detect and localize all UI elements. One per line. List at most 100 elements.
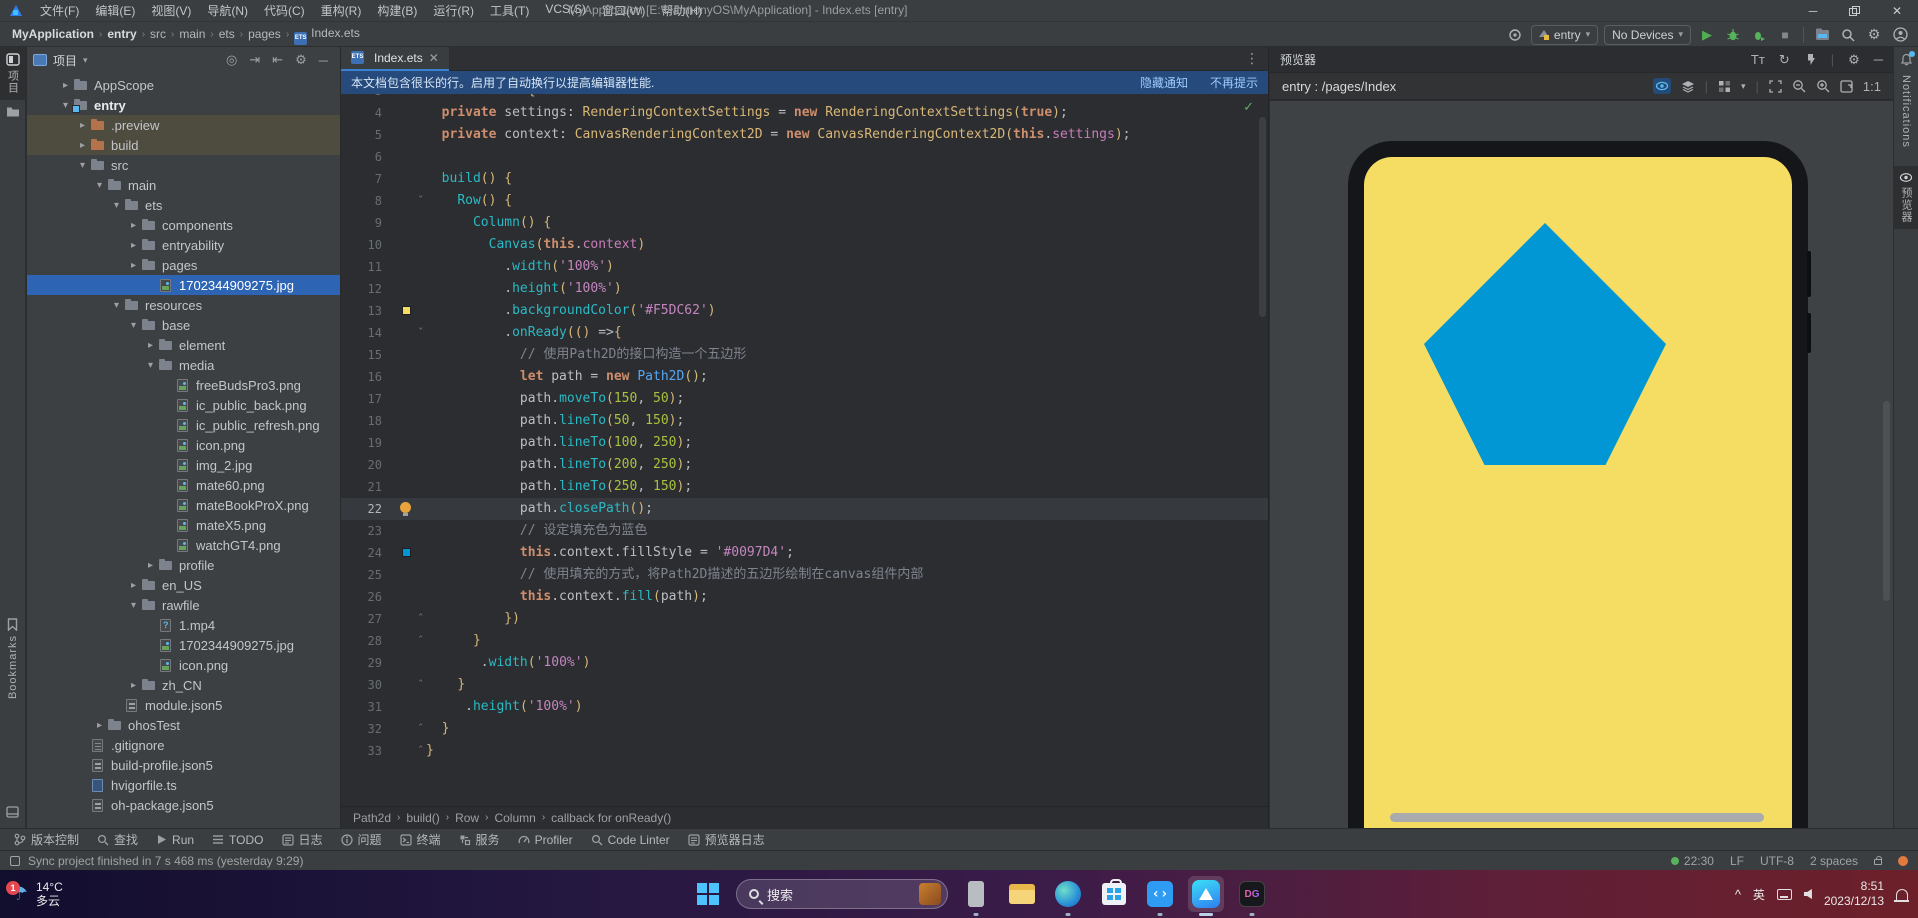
line-number[interactable]: 18 xyxy=(341,410,392,432)
tree-item[interactable]: img_2.jpg xyxy=(27,455,340,475)
weather-widget[interactable]: ☂ 1 14°C 多云 xyxy=(6,880,63,908)
device-manager-icon[interactable] xyxy=(1505,25,1525,45)
breadcrumb-item[interactable]: ETS Index.ets xyxy=(292,26,362,45)
tool-window-button-play[interactable]: Run xyxy=(148,831,202,849)
line-number[interactable]: 20 xyxy=(341,454,392,476)
tree-item[interactable]: mateBookProX.png xyxy=(27,495,340,515)
touch-keyboard-icon[interactable] xyxy=(1776,888,1792,900)
line-separator[interactable]: LF xyxy=(1730,854,1744,868)
tool-window-button-list[interactable]: TODO xyxy=(204,831,271,849)
line-number[interactable]: 27 xyxy=(341,608,392,630)
module-selector[interactable]: entry ▾ xyxy=(1530,24,1599,45)
code-line[interactable]: 9 Column() { xyxy=(341,212,1268,234)
close-button[interactable]: ✕ xyxy=(1876,0,1918,22)
line-number[interactable]: 12 xyxy=(341,278,392,300)
microsoft-store-app[interactable] xyxy=(1096,876,1132,912)
breadcrumb-item[interactable]: MyApplication xyxy=(10,27,96,41)
edge-browser-app[interactable] xyxy=(1050,876,1086,916)
project-tool-button[interactable]: 项目 xyxy=(0,47,25,100)
font-scale-icon[interactable]: Tт xyxy=(1751,52,1765,67)
tree-chevron-icon[interactable]: ▾ xyxy=(108,200,125,211)
line-number[interactable]: 26 xyxy=(341,586,392,608)
tree-item[interactable]: ic_public_refresh.png xyxy=(27,415,340,435)
menu-item[interactable]: 工具(T) xyxy=(482,0,537,21)
collapse-all-icon[interactable]: ⇥ xyxy=(243,52,266,68)
line-number[interactable]: 9 xyxy=(341,212,392,234)
line-number[interactable]: 5 xyxy=(341,124,392,146)
line-number[interactable]: 30 xyxy=(341,674,392,696)
tree-chevron-icon[interactable]: ▸ xyxy=(125,240,142,251)
tree-chevron-icon[interactable]: ▾ xyxy=(74,160,91,171)
zoom-in-icon[interactable] xyxy=(1816,79,1830,93)
layout-widget-icon[interactable] xyxy=(10,855,20,866)
hide-panel-icon[interactable]: ─ xyxy=(313,53,334,68)
previewer-tool-button[interactable]: 预览器 xyxy=(1894,165,1918,229)
tool-window-button-search[interactable]: 查找 xyxy=(89,829,146,850)
tree-item[interactable]: freeBudsPro3.png xyxy=(27,375,340,395)
tree-item[interactable]: ▸ entryability xyxy=(27,235,340,255)
dont-show-again-link[interactable]: 不再提示 xyxy=(1210,74,1258,91)
code-line[interactable]: 10 Canvas(this.context) xyxy=(341,234,1268,256)
close-tab-icon[interactable]: ✕ xyxy=(429,51,439,65)
expand-all-icon[interactable]: ⇤ xyxy=(266,52,289,68)
tree-chevron-icon[interactable]: ▸ xyxy=(125,260,142,271)
tree-item[interactable]: ▸ build xyxy=(27,135,340,155)
tree-chevron-icon[interactable]: ▾ xyxy=(108,300,125,311)
tree-chevron-icon[interactable]: ▸ xyxy=(125,220,142,231)
code-line[interactable]: 28 ˆ } xyxy=(341,630,1268,652)
line-number[interactable]: 25 xyxy=(341,564,392,586)
sdk-manager-icon[interactable] xyxy=(1812,25,1832,45)
frame-select-icon[interactable] xyxy=(1769,79,1782,93)
tree-item[interactable]: ▸ en_US xyxy=(27,575,340,595)
tree-item[interactable]: ▸ components xyxy=(27,215,340,235)
hide-notification-link[interactable]: 隐藏通知 xyxy=(1140,74,1188,91)
menu-item[interactable]: 运行(R) xyxy=(425,0,482,21)
chevron-down-icon[interactable]: ▾ xyxy=(83,55,88,66)
indent-setting[interactable]: 2 spaces xyxy=(1810,854,1858,868)
code-line[interactable]: 22 path.closePath(); xyxy=(341,498,1268,520)
tree-item[interactable]: ▾ ets xyxy=(27,195,340,215)
line-number[interactable]: 19 xyxy=(341,432,392,454)
edit-breadcrumb-item[interactable]: Path2d xyxy=(353,811,391,825)
line-number[interactable]: 7 xyxy=(341,168,392,190)
tree-item[interactable]: ▾ entry xyxy=(27,95,340,115)
debug-button[interactable] xyxy=(1723,25,1743,45)
run-button[interactable]: ▶ xyxy=(1697,25,1717,45)
line-number[interactable]: 33 xyxy=(341,740,392,762)
file-encoding[interactable]: UTF-8 xyxy=(1760,854,1794,868)
line-number[interactable]: 4 xyxy=(341,102,392,124)
refresh-icon[interactable]: ↻ xyxy=(1779,52,1790,68)
line-number[interactable]: 16 xyxy=(341,366,392,388)
edit-breadcrumb-item[interactable]: callback for onReady() xyxy=(551,811,671,825)
line-number[interactable]: 31 xyxy=(341,696,392,718)
line-number[interactable]: 14 xyxy=(341,322,392,344)
tree-chevron-icon[interactable]: ▸ xyxy=(125,580,142,591)
fit-to-screen-icon[interactable] xyxy=(1840,79,1853,93)
tree-item[interactable]: ▾ base xyxy=(27,315,340,335)
code-line[interactable]: 25 // 使用填充的方式，将Path2D描述的五边形绘制在canvas组件内部 xyxy=(341,564,1268,586)
code-line[interactable]: 8 ˇ Row() { xyxy=(341,190,1268,212)
code-line[interactable]: 11 .width('100%') xyxy=(341,256,1268,278)
line-number[interactable]: 6 xyxy=(341,146,392,168)
tree-chevron-icon[interactable]: ▸ xyxy=(57,80,74,91)
line-number[interactable]: 11 xyxy=(341,256,392,278)
line-number[interactable]: 17 xyxy=(341,388,392,410)
device-selector[interactable]: No Devices ▾ xyxy=(1604,24,1691,45)
menu-item[interactable]: 编辑(E) xyxy=(87,0,143,21)
vscode-app[interactable]: ‹› xyxy=(1142,876,1178,916)
intention-bulb-icon[interactable] xyxy=(400,502,411,516)
tree-item[interactable]: .gitignore xyxy=(27,735,340,755)
tree-item[interactable]: ▾ main xyxy=(27,175,340,195)
breadcrumb-item[interactable]: src xyxy=(148,27,168,41)
tree-item[interactable]: ▾ media xyxy=(27,355,340,375)
line-number[interactable]: 22 xyxy=(341,498,392,520)
maximize-button[interactable] xyxy=(1834,0,1876,22)
tree-item[interactable]: ▸ AppScope xyxy=(27,75,340,95)
breadcrumb-item[interactable]: entry xyxy=(105,27,138,41)
zoom-out-icon[interactable] xyxy=(1792,79,1806,93)
edit-breadcrumb-item[interactable]: Row xyxy=(455,811,479,825)
tool-window-button-terminal[interactable]: 终端 xyxy=(392,829,449,850)
tree-item[interactable]: ▸ .preview xyxy=(27,115,340,135)
start-button[interactable] xyxy=(690,876,726,912)
code-line[interactable]: 17 path.moveTo(150, 50); xyxy=(341,388,1268,410)
